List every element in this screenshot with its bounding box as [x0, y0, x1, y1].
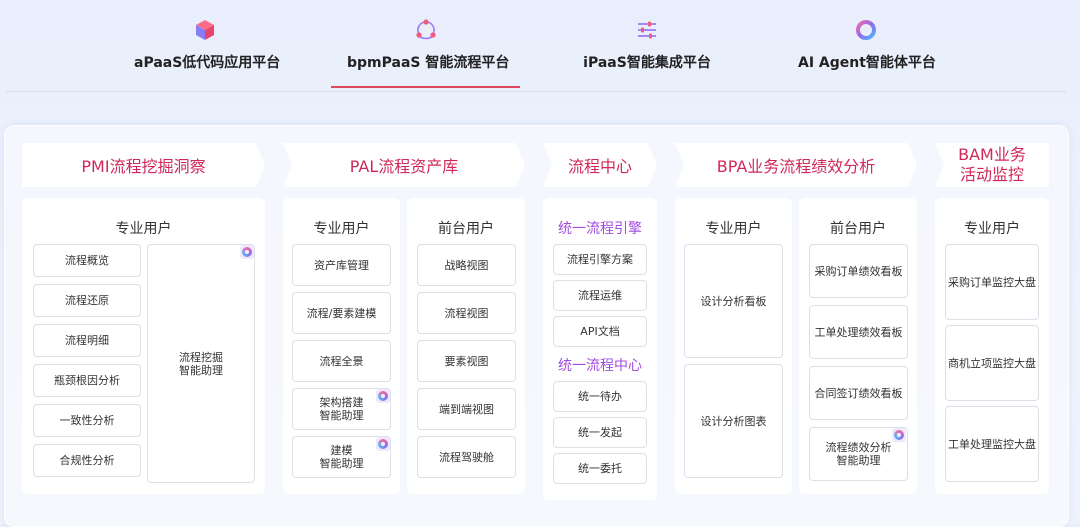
list-item[interactable]: 流程还原: [33, 284, 141, 317]
bpa-front-card: 前台用户 采购订单绩效看板 工单处理绩效看板 合同签订绩效看板 流程绩效分析 智…: [799, 198, 917, 494]
list-item[interactable]: 战略视图: [417, 244, 516, 286]
list-item[interactable]: 流程/要素建模: [292, 292, 391, 334]
tab-ai-agent[interactable]: AI Agent智能体平台: [798, 18, 936, 72]
card-title: 专业用户: [964, 221, 1020, 237]
list-item[interactable]: 统一委托: [553, 453, 647, 484]
center-title: 流程中心: [567, 157, 632, 176]
list-item[interactable]: 工单处理绩效看板: [809, 305, 908, 359]
tab-ipaas[interactable]: iPaaS智能集成平台: [583, 18, 711, 72]
list-item[interactable]: 资产库管理: [292, 244, 391, 286]
tab-label: bpmPaaS 智能流程平台: [347, 55, 510, 71]
tabs-divider: [6, 91, 1066, 92]
list-item[interactable]: 统一发起: [553, 417, 647, 448]
list-item[interactable]: 设计分析图表: [684, 364, 783, 478]
list-item[interactable]: 流程运维: [553, 280, 647, 311]
tab-apaas[interactable]: aPaaS低代码应用平台: [134, 18, 280, 72]
list-item[interactable]: 流程驾驶舱: [417, 436, 516, 478]
list-item[interactable]: 设计分析看板: [684, 244, 783, 358]
bpa-pro-card: 专业用户 设计分析看板 设计分析图表: [675, 198, 792, 494]
pal-header: PAL流程资产库: [283, 143, 525, 187]
card-title: 前台用户: [830, 221, 886, 237]
list-item[interactable]: 端到端视图: [417, 388, 516, 430]
bam-header: BAM业务 活动监控: [935, 143, 1049, 187]
pmi-title: PMI流程挖掘洞察: [81, 157, 206, 176]
center-subheading: 统一流程中心: [558, 358, 642, 374]
list-item[interactable]: 要素视图: [417, 340, 516, 382]
list-item[interactable]: 统一待办: [553, 381, 647, 412]
mining-assistant-item[interactable]: 流程挖掘 智能助理: [147, 244, 255, 483]
engine-subheading: 统一流程引擎: [558, 221, 642, 237]
list-item[interactable]: 合同签订绩效看板: [809, 366, 908, 420]
tab-bpmpaas[interactable]: bpmPaaS 智能流程平台: [347, 18, 509, 72]
list-item[interactable]: 合规性分析: [33, 444, 141, 477]
card-title: 专业用户: [313, 221, 370, 237]
list-item[interactable]: 工单处理监控大盘: [945, 406, 1039, 482]
list-item[interactable]: 采购订单监控大盘: [945, 244, 1039, 320]
ai-assistant-icon: [376, 389, 390, 403]
center-header: 流程中心: [543, 143, 657, 187]
process-nodes-icon: [415, 19, 436, 40]
pal-pro-card: 专业用户 资产库管理 流程/要素建模 流程全景 架构搭建 智能助理 建模 智能助…: [283, 198, 400, 494]
list-item[interactable]: 一致性分析: [33, 404, 141, 437]
bam-title: BAM业务 活动监控: [958, 145, 1026, 184]
sliders-icon: [638, 21, 656, 39]
card-title: 专业用户: [115, 221, 172, 237]
bam-pro-card: 专业用户 采购订单监控大盘 商机立项监控大盘 工单处理监控大盘: [935, 198, 1049, 494]
card-title: 专业用户: [705, 221, 762, 237]
platform-tabs: aPaaS低代码应用平台 bpmPaaS 智能流程平台 iPaaS智能集成平台: [0, 0, 1080, 92]
bpa-title: BPA业务流程绩效分析: [716, 157, 876, 176]
list-item[interactable]: 商机立项监控大盘: [945, 325, 1039, 401]
tab-label: aPaaS低代码应用平台: [134, 55, 281, 71]
ai-assistant-icon: [240, 245, 254, 259]
bpa-header: BPA业务流程绩效分析: [675, 143, 917, 187]
list-item[interactable]: 流程全景: [292, 340, 391, 382]
cube-icon: [196, 20, 214, 40]
ai-ring-icon: [856, 20, 876, 40]
list-item[interactable]: API文档: [553, 316, 647, 347]
list-item[interactable]: 瓶颈根因分析: [33, 364, 141, 397]
process-center-card: 统一流程引擎 流程引擎方案 流程运维 API文档 统一流程中心 统一待办 统一发…: [543, 198, 657, 500]
ai-assistant-icon: [892, 428, 906, 442]
pmi-header: PMI流程挖掘洞察: [22, 143, 265, 187]
list-item[interactable]: 采购订单绩效看板: [809, 244, 908, 298]
list-item[interactable]: 流程引擎方案: [553, 244, 647, 275]
active-tab-indicator: [331, 86, 520, 88]
tab-label: AI Agent智能体平台: [798, 55, 936, 71]
pal-title: PAL流程资产库: [349, 157, 459, 176]
pal-front-card: 前台用户 战略视图 流程视图 要素视图 端到端视图 流程驾驶舱: [407, 198, 525, 494]
pmi-pro-card: 专业用户 流程概览 流程还原 流程明细 瓶颈根因分析 一致性分析 合规性分析 流…: [22, 198, 265, 494]
tab-label: iPaaS智能集成平台: [583, 55, 711, 71]
card-title: 前台用户: [438, 221, 494, 237]
list-item[interactable]: 流程视图: [417, 292, 516, 334]
ai-assistant-icon: [376, 437, 390, 451]
list-item[interactable]: 流程明细: [33, 324, 141, 357]
list-item[interactable]: 流程概览: [33, 244, 141, 277]
